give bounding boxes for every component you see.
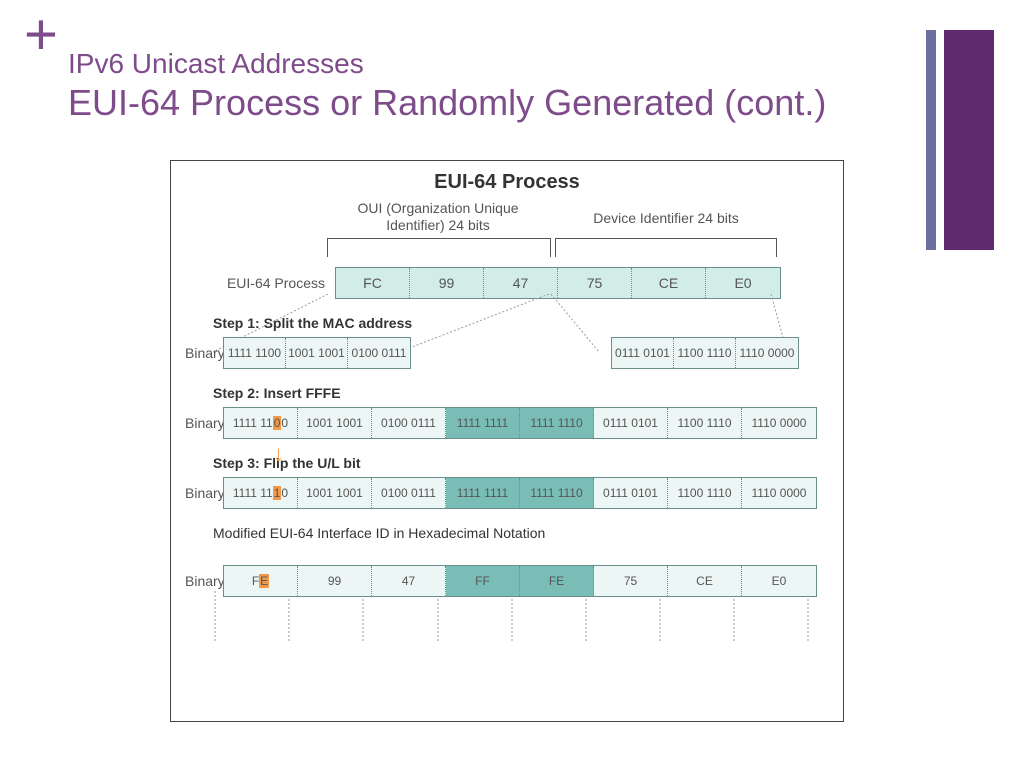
bin-cell: 1001 1001: [298, 408, 372, 438]
bin-right-strip: 0111 0101 1100 1110 1110 0000: [611, 337, 799, 369]
diagram-container: EUI-64 Process OUI (Organization Unique …: [170, 160, 844, 722]
hex-cell: 47: [372, 566, 446, 596]
final-guides-icon: [171, 591, 845, 641]
top-labels: OUI (Organization Unique Identifier) 24 …: [327, 206, 775, 261]
binary-label: Binary: [185, 485, 223, 501]
wide-bar: [944, 30, 994, 250]
page-title: EUI-64 Process or Randomly Generated (co…: [68, 82, 826, 124]
bin-cell-inserted: 1111 1110: [520, 408, 594, 438]
binary-label: Binary: [185, 415, 223, 431]
step3-label: Step 3: Flip the U/L bit: [213, 455, 829, 471]
bin-cell: 1111 1100: [224, 338, 286, 368]
hex-strip: FE 99 47 FF FE 75 CE E0: [223, 565, 817, 597]
bin-cell: 0111 0101: [594, 478, 668, 508]
slide-header: IPv6 Unicast Addresses EUI-64 Process or…: [68, 48, 826, 124]
bin-cell: 1110 0000: [742, 478, 816, 508]
hex-cell: 99: [298, 566, 372, 596]
binary-label: Binary: [185, 345, 223, 361]
bin-cell-hl: 1111 1110: [224, 478, 298, 508]
hex-cell: E0: [742, 566, 816, 596]
mac-row-label: EUI-64 Process: [185, 275, 335, 291]
plus-icon: +: [24, 6, 58, 64]
bin-cell: 1110 0000: [736, 338, 798, 368]
hex-cell: 75: [594, 566, 668, 596]
bin1-row: Binary 1111 1100 1001 1001 0100 0111 011…: [185, 337, 829, 369]
hex-cell: CE: [668, 566, 742, 596]
final-label: Modified EUI-64 Interface ID in Hexadeci…: [213, 525, 829, 541]
bin-cell-inserted: 1111 1111: [446, 478, 520, 508]
bin-cell: 0111 0101: [594, 408, 668, 438]
binary-label: Binary: [185, 573, 223, 589]
bin-cell: 1100 1110: [668, 478, 742, 508]
bin-cell: 0100 0111: [372, 408, 446, 438]
bin-cell-inserted: 1111 1110: [520, 478, 594, 508]
hex-cell-inserted: FF: [446, 566, 520, 596]
oui-label: OUI (Organization Unique Identifier) 24 …: [333, 200, 543, 234]
bin-cell: 1100 1110: [674, 338, 736, 368]
bin3-strip: 1111 1110 1001 1001 0100 0111 1111 1111 …: [223, 477, 817, 509]
diagram-title: EUI-64 Process: [185, 171, 829, 194]
bin-cell: 0100 0111: [348, 338, 410, 368]
hex-cell-inserted: FE: [520, 566, 594, 596]
hex-cell-hl: FE: [224, 566, 298, 596]
bin-cell: 1001 1001: [286, 338, 348, 368]
brace-left: [327, 238, 551, 257]
bin-cell: 1110 0000: [742, 408, 816, 438]
subtitle: IPv6 Unicast Addresses: [68, 48, 826, 80]
bin-cell: 1100 1110: [668, 408, 742, 438]
decorative-bars: [926, 30, 994, 250]
step2-label: Step 2: Insert FFFE: [213, 385, 829, 401]
bin-cell: 1001 1001: [298, 478, 372, 508]
bin-cell: 0111 0101: [612, 338, 674, 368]
bin2-row: Binary 1111 1100 1001 1001 0100 0111 111…: [185, 407, 829, 439]
brace-right: [555, 238, 777, 257]
bin-cell-hl: 1111 1100: [224, 408, 298, 438]
bin-left-strip: 1111 1100 1001 1001 0100 0111: [223, 337, 411, 369]
hex-row: Binary FE 99 47 FF FE 75 CE E0: [185, 565, 829, 597]
thin-bar: [926, 30, 936, 250]
bin-cell-inserted: 1111 1111: [446, 408, 520, 438]
device-id-label: Device Identifier 24 bits: [561, 210, 771, 227]
arrow-down-icon: ↓: [273, 441, 284, 467]
bin2-strip: 1111 1100 1001 1001 0100 0111 1111 1111 …: [223, 407, 817, 439]
bin3-row: Binary 1111 1110 1001 1001 0100 0111 111…: [185, 477, 829, 509]
bin-cell: 0100 0111: [372, 478, 446, 508]
